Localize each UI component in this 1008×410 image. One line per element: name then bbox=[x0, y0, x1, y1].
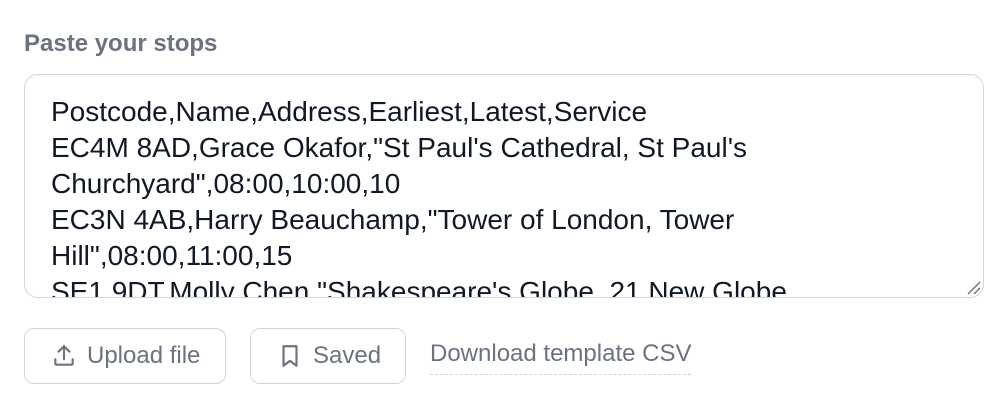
download-template-link[interactable]: Download template CSV bbox=[430, 340, 692, 375]
upload-file-button-label: Upload file bbox=[87, 342, 201, 369]
saved-button-label: Saved bbox=[313, 342, 382, 369]
bookmark-icon bbox=[277, 343, 303, 369]
stops-textarea-content[interactable]: Postcode,Name,Address,Earliest,Latest,Se… bbox=[51, 94, 931, 297]
resize-handle-icon[interactable] bbox=[965, 279, 981, 295]
upload-icon bbox=[51, 343, 77, 369]
stops-label: Paste your stops bbox=[24, 30, 218, 57]
saved-button[interactable]: Saved bbox=[250, 328, 406, 384]
stops-textarea[interactable]: Postcode,Name,Address,Earliest,Latest,Se… bbox=[24, 74, 984, 298]
upload-file-button[interactable]: Upload file bbox=[24, 328, 226, 384]
